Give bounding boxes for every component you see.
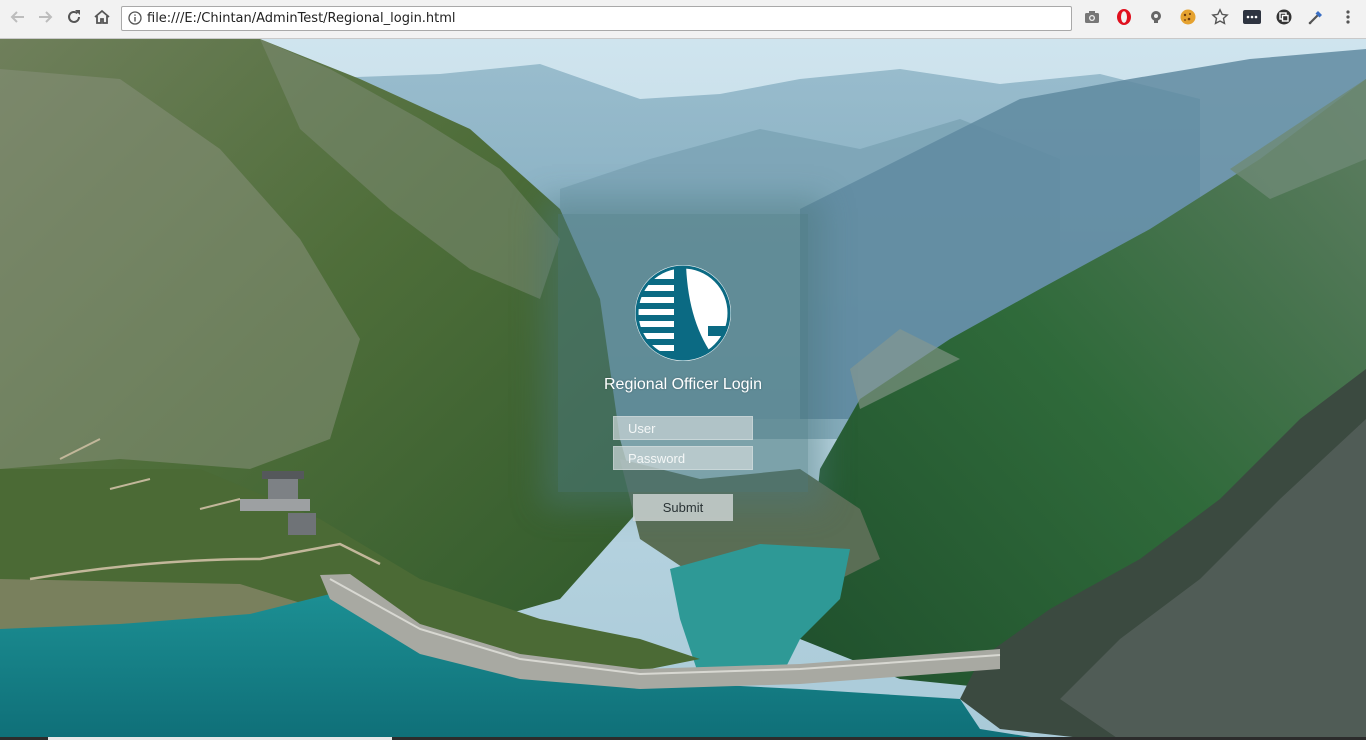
star-icon bbox=[1211, 7, 1229, 31]
arrow-right-icon bbox=[36, 8, 54, 31]
page-viewport: Regional Officer Login Submit bbox=[0, 39, 1366, 740]
bulb-icon bbox=[1148, 9, 1164, 30]
home-button[interactable] bbox=[90, 7, 114, 31]
opera-icon bbox=[1115, 8, 1133, 31]
menu-icon bbox=[1345, 9, 1351, 30]
home-icon bbox=[93, 8, 111, 31]
dots-extension-icon bbox=[1243, 9, 1261, 30]
arrow-left-icon bbox=[9, 8, 27, 31]
bulb-extension[interactable] bbox=[1146, 9, 1166, 29]
user-input[interactable] bbox=[613, 416, 753, 440]
browser-toolbar: file:///E:/Chintan/AdminTest/Regional_lo… bbox=[0, 0, 1366, 39]
cookie-extension[interactable] bbox=[1178, 9, 1198, 29]
login-title: Regional Officer Login bbox=[603, 376, 763, 393]
dam-logo-icon bbox=[635, 265, 731, 361]
browser-menu-button[interactable] bbox=[1338, 9, 1358, 29]
camera-extension[interactable] bbox=[1082, 9, 1102, 29]
address-bar[interactable]: file:///E:/Chintan/AdminTest/Regional_lo… bbox=[121, 6, 1072, 31]
password-input[interactable] bbox=[613, 446, 753, 470]
dots-extension[interactable] bbox=[1242, 9, 1262, 29]
eyedropper-extension[interactable] bbox=[1306, 9, 1326, 29]
cookie-icon bbox=[1179, 8, 1197, 31]
url-text: file:///E:/Chintan/AdminTest/Regional_lo… bbox=[147, 11, 456, 26]
reload-button[interactable] bbox=[62, 7, 86, 31]
reload-icon bbox=[65, 8, 83, 31]
opera-extension[interactable] bbox=[1114, 8, 1134, 31]
copy-extension-icon bbox=[1275, 8, 1293, 31]
back-button[interactable] bbox=[6, 7, 30, 31]
submit-button[interactable]: Submit bbox=[633, 494, 733, 521]
camera-icon bbox=[1084, 9, 1100, 30]
eyedropper-icon bbox=[1307, 8, 1325, 31]
info-icon[interactable] bbox=[128, 11, 142, 30]
bookmark-star-button[interactable] bbox=[1210, 7, 1230, 31]
copy-extension[interactable] bbox=[1274, 9, 1294, 29]
forward-button[interactable] bbox=[33, 7, 57, 31]
login-panel: Regional Officer Login bbox=[558, 214, 808, 492]
